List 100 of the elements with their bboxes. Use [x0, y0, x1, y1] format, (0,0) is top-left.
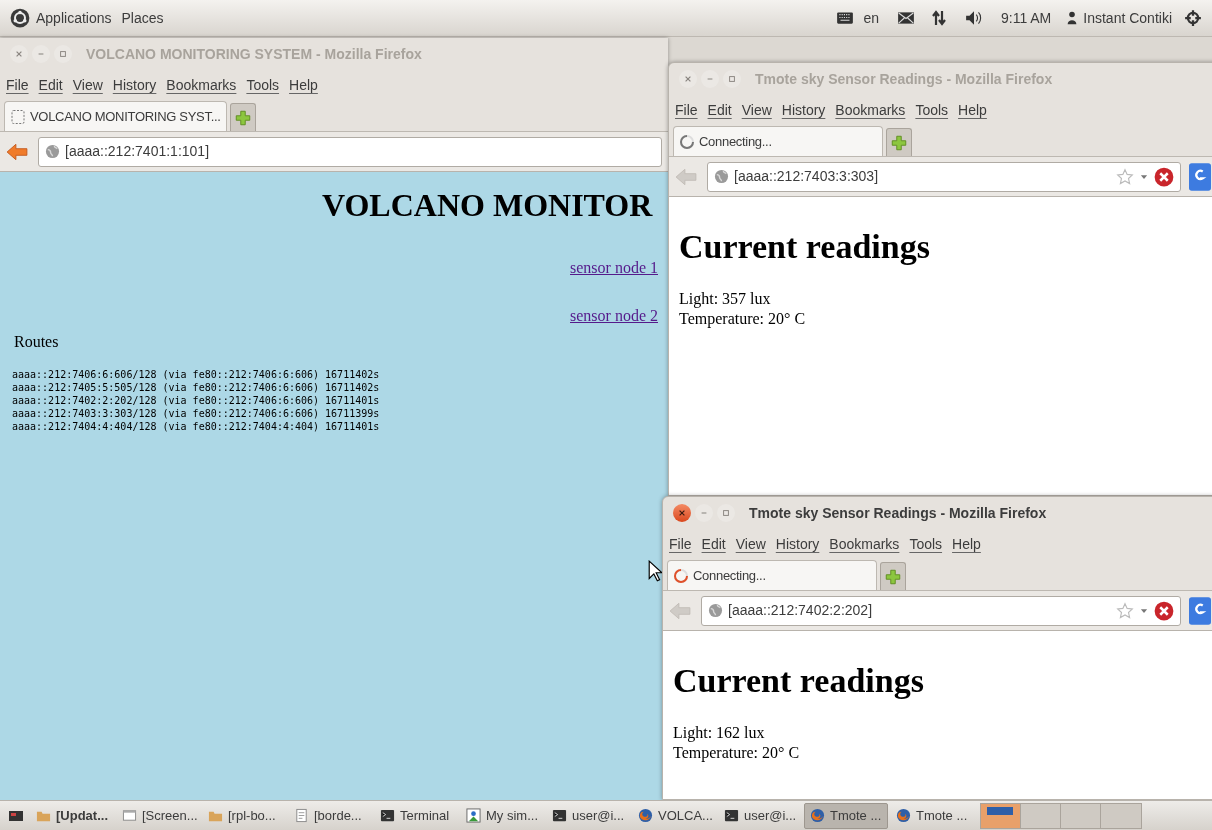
panel-menu[interactable]: Places: [121, 7, 164, 29]
menu-item[interactable]: View: [72, 74, 103, 96]
new-tab-button[interactable]: [229, 103, 256, 131]
new-tab-button[interactable]: [880, 562, 906, 590]
sensor-link[interactable]: sensor node 2: [570, 306, 658, 326]
section-heading: Routes: [14, 332, 59, 352]
loading-spinner-icon: [679, 133, 695, 150]
close-icon: [678, 509, 686, 517]
menu-item[interactable]: History: [112, 74, 157, 96]
mouse-pointer-icon: [648, 560, 662, 582]
star-icon: [1116, 601, 1134, 620]
url-field[interactable]: [aaaa::212:7403:3:303]: [707, 161, 1181, 192]
menu-item[interactable]: Bookmarks: [835, 99, 906, 121]
loading-spinner-icon: [673, 567, 689, 584]
search-engine-icon: [1189, 596, 1211, 625]
stop-icon: [1154, 166, 1174, 187]
close-icon: [15, 50, 23, 58]
search-engine-icon: [1189, 162, 1211, 191]
terminal-icon: [724, 808, 739, 823]
menu-item[interactable]: View: [741, 99, 772, 121]
taskbar-button[interactable]: Tmote ...: [804, 802, 888, 829]
menu-item[interactable]: Bookmarks: [166, 74, 237, 96]
clock[interactable]: 9:11 AM: [1000, 7, 1052, 29]
picture-app-icon: [466, 808, 481, 823]
reading-line: Temperature: 20° C: [679, 309, 807, 329]
route-entry: aaaa::212:7405:5:505/128 (via fe80::212:7406:6:606) 16711402s: [12, 381, 380, 394]
document-icon: [294, 808, 309, 823]
close-icon: [684, 75, 692, 83]
panel-menu[interactable]: Applications: [36, 7, 112, 29]
maximize-button[interactable]: [723, 70, 741, 88]
workspace-switcher[interactable]: [980, 802, 1142, 829]
globe-icon: [714, 169, 729, 184]
taskbar-button[interactable]: [Updat...: [30, 802, 114, 829]
maximize-icon: [59, 50, 67, 58]
plus-icon: [884, 567, 902, 586]
minimize-button[interactable]: [701, 70, 719, 88]
back-arrow-icon: [669, 601, 691, 620]
taskbar-button[interactable]: Tmote ...: [890, 802, 974, 829]
window-title: Tmote sky Sensor Readings - Mozilla Firefox: [749, 503, 1047, 523]
reading-line: Light: 357 lux: [679, 289, 772, 309]
taskbar-button[interactable]: [borde...: [288, 802, 372, 829]
browser-tab[interactable]: Connecting...: [667, 560, 877, 590]
menu-item[interactable]: Tools: [246, 74, 280, 96]
minimize-icon: [706, 75, 714, 83]
menu-item[interactable]: Tools: [915, 99, 949, 121]
browser-tab[interactable]: Connecting...: [673, 126, 883, 156]
menu-item[interactable]: Bookmarks: [829, 533, 900, 555]
speaker-icon: [964, 9, 983, 27]
reading-line: Temperature: 20° C: [673, 743, 801, 763]
taskbar-button[interactable]: user@i...: [718, 802, 802, 829]
route-entry: aaaa::212:7406:6:606/128 (via fe80::212:7406:6:606) 16711402s: [12, 368, 380, 381]
url-field[interactable]: [aaaa::212:7402:2:202]: [701, 595, 1181, 626]
taskbar-button[interactable]: My sim...: [460, 802, 544, 829]
sensor-link[interactable]: sensor node 1: [570, 258, 658, 278]
keyboard-icon: [835, 9, 856, 27]
language-indicator[interactable]: en: [863, 7, 879, 29]
window-title: VOLCANO MONITORING SYSTEM - Mozilla Firefox: [86, 44, 422, 64]
menu-item[interactable]: Tools: [909, 533, 943, 555]
maximize-button[interactable]: [54, 45, 72, 63]
maximize-button[interactable]: [717, 504, 735, 522]
back-arrow-icon: [6, 142, 28, 161]
firefox-globe-icon: [638, 808, 653, 823]
close-button[interactable]: [673, 504, 691, 522]
menu-item[interactable]: File: [675, 99, 698, 121]
menu-item[interactable]: View: [735, 533, 766, 555]
plus-icon: [233, 108, 252, 127]
route-entry: aaaa::212:7402:2:202/128 (via fe80::212:7406:6:606) 16711401s: [12, 394, 380, 407]
mail-icon: [896, 9, 915, 27]
taskbar-button[interactable]: [rpl-bo...: [202, 802, 286, 829]
terminal-icon: [552, 808, 567, 823]
url-field[interactable]: [aaaa::212:7401:1:101]: [38, 136, 662, 167]
page-heading: Current readings: [679, 227, 931, 267]
taskbar-button[interactable]: VOLCA...: [632, 802, 716, 829]
taskbar-button[interactable]: user@i...: [546, 802, 630, 829]
menu-item[interactable]: Help: [958, 99, 987, 121]
new-tab-button[interactable]: [886, 128, 912, 156]
menu-item[interactable]: History: [775, 533, 820, 555]
maximize-icon: [728, 75, 736, 83]
menu-item[interactable]: Edit: [38, 74, 63, 96]
ubuntu-logo-icon: [10, 8, 30, 28]
minimize-icon: [37, 50, 45, 58]
menu-item[interactable]: Edit: [707, 99, 732, 121]
menu-item[interactable]: File: [669, 533, 692, 555]
menu-item[interactable]: Edit: [701, 533, 726, 555]
taskbar-button[interactable]: [Screen...: [116, 802, 200, 829]
menu-item[interactable]: File: [6, 74, 29, 96]
browser-tab[interactable]: VOLCANO MONITORING SYST...: [4, 101, 227, 131]
minimize-icon: [700, 509, 708, 517]
firefox-globe-icon: [810, 808, 825, 823]
route-entry: aaaa::212:7403:3:303/128 (via fe80::212:7406:6:606) 16711399s: [12, 407, 380, 420]
minimize-button[interactable]: [32, 45, 50, 63]
menu-item[interactable]: Help: [952, 533, 981, 555]
taskbar-button[interactable]: Terminal: [374, 802, 458, 829]
stop-icon: [1154, 600, 1174, 621]
menu-item[interactable]: History: [781, 99, 826, 121]
plus-icon: [890, 133, 908, 152]
blank-page-icon: [10, 108, 26, 125]
globe-icon: [45, 144, 60, 159]
user-name[interactable]: Instant Contiki: [1083, 7, 1172, 29]
menu-item[interactable]: Help: [289, 74, 318, 96]
